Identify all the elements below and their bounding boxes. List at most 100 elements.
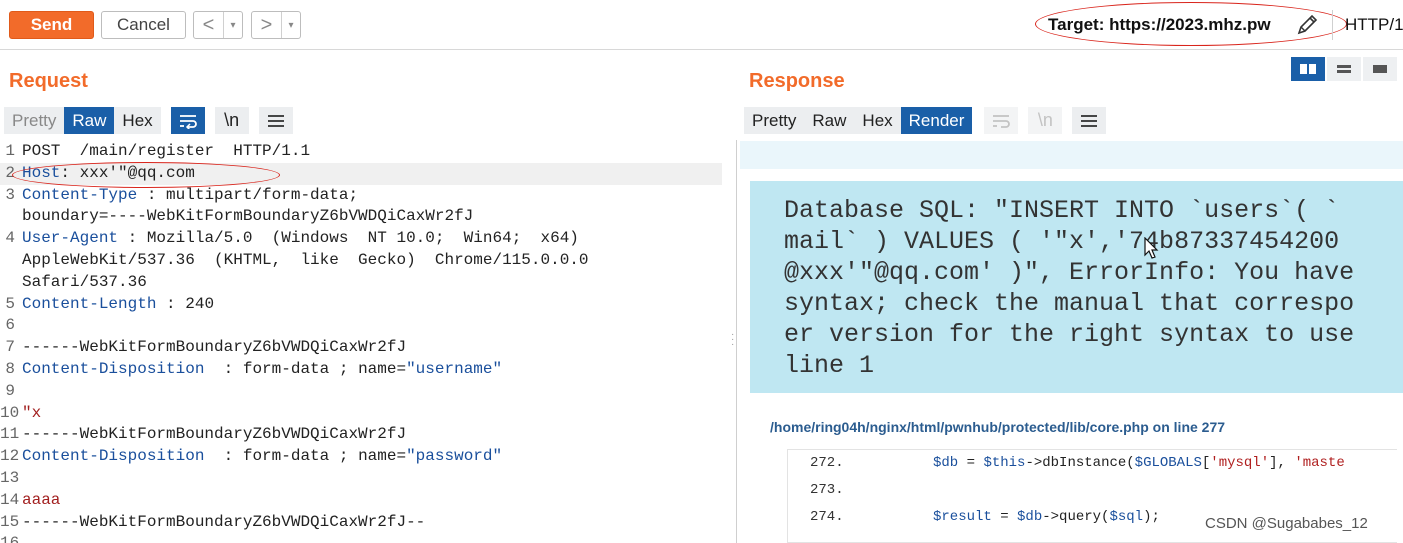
forward-arrow-icon[interactable]: > bbox=[252, 12, 282, 38]
back-dropdown-icon[interactable]: ▾ bbox=[224, 12, 242, 38]
line-text: Safari/537.36 bbox=[22, 272, 147, 291]
line-number: 3 bbox=[5, 185, 15, 204]
line-number: 1 bbox=[5, 142, 15, 160]
panel-splitter[interactable] bbox=[736, 140, 737, 543]
split-columns-icon[interactable] bbox=[1291, 57, 1325, 81]
line-number: 9 bbox=[5, 381, 15, 400]
line-text: "x bbox=[22, 403, 42, 422]
error-line: @xxx'"@qq.com' )", ErrorInfo: You have bbox=[784, 258, 1355, 287]
line-text: boundary=----WebKitFormBoundaryZ6bVWDQiC… bbox=[22, 207, 474, 226]
request-tab-hex[interactable]: Hex bbox=[114, 107, 161, 134]
editor-line: 7 ------WebKitFormBoundaryZ6bVWDQiCaxWr2f… bbox=[0, 337, 722, 359]
editor-line: 16 bbox=[0, 533, 722, 543]
mouse-cursor-icon bbox=[1144, 237, 1159, 259]
editor-line: 15 ------WebKitFormBoundaryZ6bVWDQiCaxWr2… bbox=[0, 512, 722, 534]
code-line-number: 272. bbox=[810, 455, 844, 471]
editor-line: 12 Content-Disposition : form-data ; name… bbox=[0, 446, 722, 468]
error-line: syntax; check the manual that correspo bbox=[784, 289, 1355, 318]
layout-switcher bbox=[1291, 57, 1397, 81]
field-name-value: "password" bbox=[406, 447, 503, 466]
splitter-handle-icon[interactable]: · · · bbox=[731, 330, 734, 350]
sql-error-box: Database SQL: "INSERT INTO `users`( ` mai… bbox=[750, 181, 1403, 393]
code-text: $db = $this->dbInstance($GLOBALS['mysql'… bbox=[933, 455, 1345, 471]
header-name: Content-Disposition bbox=[22, 447, 205, 466]
header-value: form-data ; name= bbox=[242, 447, 407, 466]
code-line: 272. $db = $this->dbInstance($GLOBALS['my… bbox=[788, 450, 1397, 477]
error-file-path: /home/ring04h/nginx/html/pwnhub/protecte… bbox=[770, 419, 1226, 435]
line-number: 12 bbox=[0, 447, 20, 466]
request-editor[interactable]: 1 POST /main/register HTTP/1.1 2 Host: xxx'… bbox=[0, 141, 722, 543]
http-version-label[interactable]: HTTP/1 bbox=[1345, 15, 1403, 35]
editor-line: 1 POST /main/register HTTP/1.1 bbox=[0, 141, 722, 163]
line-number: 6 bbox=[5, 316, 15, 335]
main-toolbar: Send Cancel < ▾ > ▾ Target: https://2023… bbox=[0, 0, 1403, 50]
response-menu-icon[interactable] bbox=[1072, 107, 1107, 134]
header-value: multipart/form-data; bbox=[166, 185, 359, 204]
line-number: 8 bbox=[5, 359, 15, 378]
header-name: Content-Disposition bbox=[22, 359, 205, 378]
editor-line: 8 Content-Disposition : form-data ; name=… bbox=[0, 359, 722, 381]
code-line-number: 274. bbox=[810, 509, 844, 525]
newline-toggle-button[interactable]: \n bbox=[214, 107, 249, 134]
response-tabbar: Pretty Raw Hex Render \n bbox=[744, 107, 1107, 134]
line-text: ------WebKitFormBoundaryZ6bVWDQiCaxWr2fJ bbox=[22, 425, 407, 444]
response-tab-pretty[interactable]: Pretty bbox=[744, 107, 805, 134]
line-tail bbox=[502, 447, 512, 465]
header-separator: : bbox=[204, 447, 243, 466]
editor-line: Safari/537.36 bbox=[0, 272, 722, 294]
forward-dropdown-icon[interactable]: ▾ bbox=[282, 12, 300, 38]
editor-line: 11 ------WebKitFormBoundaryZ6bVWDQiCaxWr2… bbox=[0, 424, 722, 446]
back-arrow-icon[interactable]: < bbox=[194, 12, 224, 38]
editor-line: 3 Content-Type : multipart/form-data; bbox=[0, 185, 722, 207]
line-number: 16 bbox=[0, 533, 22, 543]
request-tab-raw[interactable]: Raw bbox=[64, 107, 115, 134]
history-back-group[interactable]: < ▾ bbox=[193, 11, 243, 39]
field-name-value: "username" bbox=[406, 359, 503, 378]
line-number: 4 bbox=[5, 229, 15, 248]
send-button[interactable]: Send bbox=[9, 11, 94, 39]
editor-line: AppleWebKit/537.36 (KHTML, like Gecko) C… bbox=[0, 250, 722, 272]
code-text: $result = $db->query($sql); bbox=[933, 509, 1160, 525]
history-forward-group[interactable]: > ▾ bbox=[251, 11, 301, 39]
response-tab-render[interactable]: Render bbox=[900, 107, 973, 134]
header-name: Content-Length bbox=[22, 294, 157, 313]
error-line: er version for the right syntax to use bbox=[784, 320, 1355, 349]
single-panel-icon[interactable] bbox=[1363, 57, 1397, 81]
header-value: 240 bbox=[185, 294, 215, 313]
code-line-number: 273. bbox=[810, 482, 844, 498]
header-separator: : bbox=[156, 294, 186, 313]
pencil-icon[interactable] bbox=[1294, 12, 1320, 38]
header-separator: : bbox=[137, 185, 167, 204]
header-value: form-data ; name= bbox=[242, 359, 407, 378]
header-separator: : bbox=[204, 359, 243, 378]
hamburger-menu-icon[interactable] bbox=[258, 107, 293, 134]
line-text: ------WebKitFormBoundaryZ6bVWDQiCaxWr2fJ… bbox=[22, 512, 426, 531]
cancel-button[interactable]: Cancel bbox=[101, 11, 186, 39]
error-line: mail` ) VALUES ( '"x','74b87337454200 bbox=[784, 227, 1340, 256]
split-rows-icon[interactable] bbox=[1327, 57, 1361, 81]
editor-line: 6 bbox=[0, 315, 722, 337]
line-number: 13 bbox=[0, 468, 20, 487]
response-tab-raw[interactable]: Raw bbox=[804, 107, 855, 134]
line-text: AppleWebKit/537.36 (KHTML, like Gecko) C… bbox=[22, 250, 589, 269]
editor-line: 5 Content-Length : 240 bbox=[0, 294, 722, 316]
watermark-text: CSDN @Sugababes_12 bbox=[1205, 515, 1368, 532]
wrap-lines-icon[interactable] bbox=[170, 107, 205, 134]
editor-line: 13 bbox=[0, 468, 722, 490]
header-separator: : bbox=[118, 229, 147, 248]
response-tab-hex[interactable]: Hex bbox=[854, 107, 901, 134]
toolbar-divider bbox=[1332, 10, 1333, 40]
editor-line: 4 User-Agent : Mozilla/5.0 (Windows NT 10… bbox=[0, 228, 722, 250]
wrap-lines-disabled-icon bbox=[984, 107, 1019, 134]
request-tab-pretty[interactable]: Pretty bbox=[4, 107, 65, 134]
newline-disabled-button: \n bbox=[1028, 107, 1063, 134]
header-name: Content-Type bbox=[22, 185, 138, 204]
line-number: 10 bbox=[0, 403, 20, 422]
editor-line: 10 "x bbox=[0, 403, 722, 425]
header-value: Mozilla/5.0 (Windows NT 10.0; Win64; x64… bbox=[146, 229, 579, 248]
error-line: Database SQL: "INSERT INTO `users`( ` bbox=[784, 196, 1340, 225]
line-text: ------WebKitFormBoundaryZ6bVWDQiCaxWr2fJ bbox=[22, 338, 407, 357]
editor-line: 9 bbox=[0, 381, 722, 403]
error-line: line 1 bbox=[784, 351, 875, 380]
line-number: 5 bbox=[5, 294, 15, 313]
